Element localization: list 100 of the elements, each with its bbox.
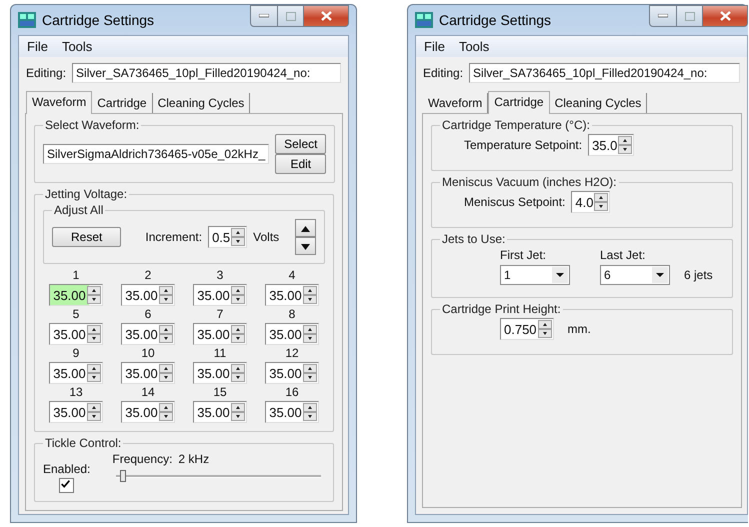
dialog-button[interactable]: Edit (275, 154, 326, 174)
tab[interactable]: Waveform (26, 91, 92, 114)
spin-arrows-icon[interactable] (230, 364, 245, 382)
spin-arrows-icon[interactable] (230, 286, 245, 304)
frequency-value: 2 kHz (178, 452, 210, 466)
number-field[interactable]: 35.00 (265, 362, 319, 384)
spin-arrows-icon[interactable] (86, 286, 101, 304)
number-field[interactable]: 35.00 (193, 401, 247, 423)
editing-label: Editing: (26, 66, 66, 80)
jet-label: First Jet: (500, 248, 548, 262)
dialog-button[interactable]: Select (275, 134, 326, 154)
jet-number: 1 (72, 268, 80, 282)
window-title: Cartridge Settings (439, 12, 552, 28)
number-field[interactable]: 35.00 (193, 362, 247, 384)
editing-field[interactable]: Silver_SA736465_10pl_Filled20190424_no: (72, 63, 341, 83)
jet-number: 10 (141, 346, 155, 360)
spin-arrows-icon[interactable] (86, 364, 101, 382)
number-field[interactable]: 35.00 (265, 323, 319, 345)
menu-item[interactable]: Tools (458, 39, 490, 54)
number-field[interactable]: 35.00 (265, 284, 319, 306)
jet-number: 15 (213, 385, 227, 399)
jet-number: 6 (144, 307, 152, 321)
spin-arrows-icon[interactable] (302, 325, 317, 343)
spin-arrows-icon[interactable] (86, 325, 101, 343)
spin-arrows-icon[interactable] (302, 403, 317, 421)
spin-arrows-icon[interactable] (302, 286, 317, 304)
maximize-button[interactable] (677, 5, 703, 27)
menu-item[interactable]: File (27, 39, 48, 54)
tab[interactable]: Cleaning Cycles (152, 93, 250, 113)
group-title: Meniscus Vacuum (inches H2O): (441, 175, 618, 189)
group-title: Tickle Control: (44, 436, 122, 450)
unit-label: Volts (253, 230, 280, 244)
tab[interactable]: Cartridge (488, 91, 550, 114)
spin-arrows-icon[interactable] (230, 325, 245, 343)
spin-arrows-icon[interactable] (158, 325, 173, 343)
up-arrow-icon (301, 226, 310, 232)
checkbox[interactable] (59, 478, 74, 493)
number-field[interactable]: 35.00 (265, 401, 319, 423)
jet-number: 9 (72, 346, 80, 360)
close-icon (320, 11, 332, 21)
spin-arrows-icon[interactable] (538, 320, 552, 338)
group-title: Adjust All (53, 203, 104, 217)
number-field[interactable]: 35.00 (193, 323, 247, 345)
jet-number: 4 (288, 268, 296, 282)
window-title: Cartridge Settings (42, 12, 154, 28)
maximize-button[interactable] (278, 5, 304, 27)
increment-label: Increment: (145, 230, 202, 244)
jet-number: 5 (72, 307, 80, 321)
up-button[interactable] (295, 219, 316, 237)
number-field[interactable]: 35.00 (121, 284, 175, 306)
menu-item[interactable]: Tools (62, 39, 92, 54)
number-field[interactable]: 35.00 (193, 284, 247, 306)
down-arrow-icon (301, 244, 310, 250)
number-field[interactable]: 35.00 (121, 362, 175, 384)
jet-count: 6 jets (684, 268, 713, 282)
down-button[interactable] (295, 237, 316, 255)
spin-arrows-icon[interactable] (618, 136, 632, 154)
jet-dropdown[interactable]: 1 (500, 265, 570, 285)
jet-number: 8 (288, 307, 296, 321)
minimize-button[interactable] (649, 5, 677, 27)
close-button[interactable] (304, 5, 349, 27)
reset-button[interactable]: Reset (52, 227, 122, 247)
jet-number: 7 (216, 307, 224, 321)
jet-dropdown[interactable]: 6 (600, 265, 670, 285)
number-field[interactable]: 35.00 (49, 284, 103, 306)
spin-arrows-icon[interactable] (302, 364, 317, 382)
jet-label: Last Jet: (600, 248, 646, 262)
number-field[interactable]: 4.0 (571, 191, 610, 213)
close-button[interactable] (703, 5, 748, 27)
minimize-button[interactable] (250, 5, 278, 27)
number-field[interactable]: 35.0 (588, 134, 634, 156)
menu-item[interactable]: File (424, 39, 445, 54)
slider-thumb[interactable] (120, 470, 126, 482)
spin-arrows-icon[interactable] (158, 364, 173, 382)
group-title: Jetting Voltage: (44, 187, 128, 201)
number-field[interactable]: 35.00 (49, 401, 103, 423)
maximize-icon (684, 12, 694, 20)
number-field[interactable]: 35.00 (49, 323, 103, 345)
number-field[interactable]: 35.00 (121, 323, 175, 345)
jet-number: 12 (285, 346, 299, 360)
number-field[interactable]: 0.750 (500, 318, 554, 340)
number-field[interactable]: 0.5 (208, 226, 248, 248)
tab[interactable]: Cleaning Cycles (550, 93, 648, 113)
spin-arrows-icon[interactable] (86, 403, 101, 421)
jet-number: 11 (214, 346, 226, 360)
spin-arrows-icon[interactable] (231, 228, 246, 246)
number-field[interactable]: 35.00 (49, 362, 103, 384)
editing-field[interactable]: Silver_SA736465_10pl_Filled20190424_no: (469, 63, 740, 83)
spin-arrows-icon[interactable] (158, 403, 173, 421)
frequency-slider[interactable] (116, 470, 321, 482)
spin-arrows-icon[interactable] (594, 193, 608, 211)
number-field[interactable]: 35.00 (121, 401, 175, 423)
waveform-field[interactable]: SilverSigmaAldrich736465-v05e_02kHz_ (43, 144, 270, 164)
spin-arrows-icon[interactable] (158, 286, 173, 304)
spin-arrows-icon[interactable] (230, 403, 245, 421)
minimize-icon (259, 14, 269, 18)
close-icon (720, 11, 730, 21)
app-icon (18, 12, 36, 28)
editing-label: Editing: (423, 66, 464, 80)
jet-number: 16 (285, 385, 299, 399)
